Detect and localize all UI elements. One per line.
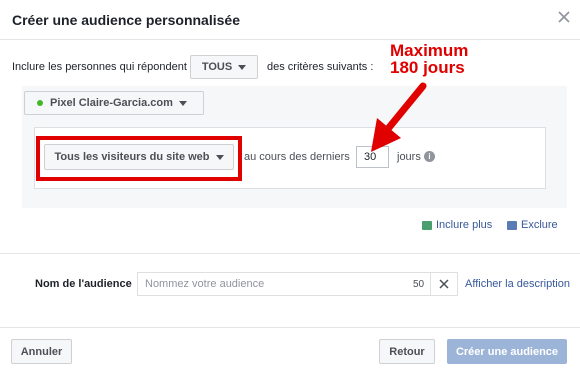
pixel-name: Pixel Claire-Garcia.com xyxy=(50,97,173,109)
match-type-dropdown[interactable]: TOUS xyxy=(190,55,258,79)
footer-divider xyxy=(0,327,580,328)
match-type-label: TOUS xyxy=(201,61,233,73)
annotation-text: Maximum 180 jours xyxy=(390,42,500,76)
criteria-prefix: Inclure les personnes qui répondent xyxy=(12,61,187,73)
create-audience-label: Créer une audience xyxy=(455,345,559,358)
create-audience-button[interactable]: Créer une audience xyxy=(447,339,567,364)
back-label: Retour xyxy=(389,345,425,358)
annotation-line-2: 180 jours xyxy=(390,58,465,77)
dialog-title: Créer une audience personnalisée xyxy=(12,12,240,28)
include-more-link[interactable]: Inclure plus xyxy=(422,219,492,231)
during-label: au cours des derniers xyxy=(244,151,350,163)
chevron-down-icon xyxy=(178,100,187,106)
cancel-button[interactable]: Annuler xyxy=(11,339,72,364)
status-dot-icon xyxy=(37,100,43,106)
char-count: 50 xyxy=(413,279,425,290)
cancel-label: Annuler xyxy=(20,345,63,358)
chevron-down-icon xyxy=(238,64,247,70)
annotation-line-1: Maximum xyxy=(390,41,469,60)
pixel-dropdown[interactable]: Pixel Claire-Garcia.com xyxy=(24,91,204,115)
include-more-label: Inclure plus xyxy=(436,219,493,231)
annotation-arrow-icon xyxy=(371,82,427,152)
audience-name-label: Nom de l'audience xyxy=(35,278,132,290)
criteria-suffix: des critères suivants : xyxy=(267,61,374,73)
clear-icon[interactable] xyxy=(431,272,458,296)
show-description-link[interactable]: Afficher la description xyxy=(465,278,570,290)
exclude-link[interactable]: Exclure xyxy=(507,219,558,231)
exclude-label: Exclure xyxy=(521,219,558,231)
divider xyxy=(0,253,580,254)
include-icon xyxy=(422,220,432,230)
exclude-icon xyxy=(507,220,517,230)
annotation-highlight-box xyxy=(36,136,242,181)
close-icon[interactable] xyxy=(556,9,572,25)
back-button[interactable]: Retour xyxy=(379,339,435,364)
dialog-header: Créer une audience personnalisée xyxy=(0,0,580,40)
audience-name-input[interactable] xyxy=(137,272,431,296)
